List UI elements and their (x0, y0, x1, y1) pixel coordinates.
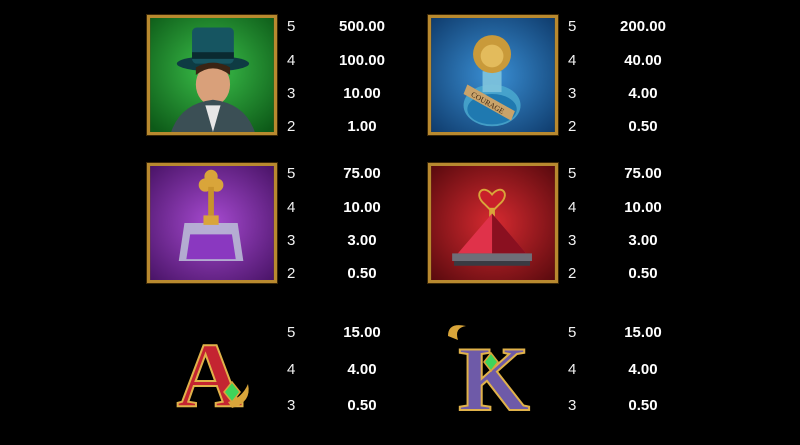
payout-value: 75.00 (624, 165, 662, 182)
payout-value: 4.00 (628, 361, 658, 378)
payout-count: 4 (287, 52, 296, 69)
payout-count: 2 (568, 265, 577, 282)
king-letter: K (458, 328, 530, 430)
letter-a-icon: A (176, 323, 249, 427)
payout-value: 100.00 (339, 52, 385, 69)
payout-count: 5 (568, 324, 577, 341)
payout-value: 0.50 (628, 265, 658, 282)
payout-count: 3 (568, 85, 577, 102)
lion-potion-symbol: COURAGE (428, 15, 558, 135)
payout-value: 4.00 (628, 85, 658, 102)
club-perfume-bottle-icon (150, 166, 274, 280)
payout-count: 5 (287, 324, 296, 341)
payout-value: 3.00 (347, 232, 377, 249)
payout-value: 15.00 (343, 324, 381, 341)
payout-count: 2 (568, 118, 577, 135)
payout-count: 3 (287, 397, 296, 414)
payout-value: 1.00 (347, 118, 377, 135)
payout-count: 5 (287, 18, 296, 35)
payout-count: 3 (568, 232, 577, 249)
magician-symbol (147, 15, 277, 135)
payout-value: 10.00 (624, 199, 662, 216)
payout-count: 4 (287, 199, 296, 216)
king-symbol: K (442, 318, 542, 431)
ace-symbol: A (162, 318, 262, 427)
letter-k-icon: K (448, 325, 531, 431)
payout-value: 10.00 (343, 199, 381, 216)
magician-top-hat-icon (150, 18, 274, 132)
ace-letter: A (177, 324, 243, 426)
payout-count: 4 (287, 361, 296, 378)
payout-value: 500.00 (339, 18, 385, 35)
payout-count: 4 (568, 52, 577, 69)
red-pyramid-symbol (428, 163, 558, 283)
heart-pyramid-gem-icon (431, 166, 555, 280)
payout-count: 5 (287, 165, 296, 182)
payout-count: 5 (568, 165, 577, 182)
payout-value: 75.00 (343, 165, 381, 182)
payout-value: 0.50 (347, 265, 377, 282)
payout-count: 2 (287, 118, 296, 135)
payout-value: 4.00 (347, 361, 377, 378)
payout-count: 3 (287, 85, 296, 102)
lion-potion-bottle-icon: COURAGE (431, 18, 555, 132)
payout-count: 4 (568, 199, 577, 216)
payout-value: 10.00 (343, 85, 381, 102)
payout-value: 200.00 (620, 18, 666, 35)
payout-count: 3 (568, 397, 577, 414)
payout-value: 0.50 (628, 118, 658, 135)
purple-perfume-symbol (147, 163, 277, 283)
payout-value: 3.00 (628, 232, 658, 249)
payout-count: 2 (287, 265, 296, 282)
payout-count: 4 (568, 361, 577, 378)
payout-value: 0.50 (628, 397, 658, 414)
payout-count: 5 (568, 18, 577, 35)
payout-value: 40.00 (624, 52, 662, 69)
payout-value: 0.50 (347, 397, 377, 414)
payout-count: 3 (287, 232, 296, 249)
payout-value: 15.00 (624, 324, 662, 341)
